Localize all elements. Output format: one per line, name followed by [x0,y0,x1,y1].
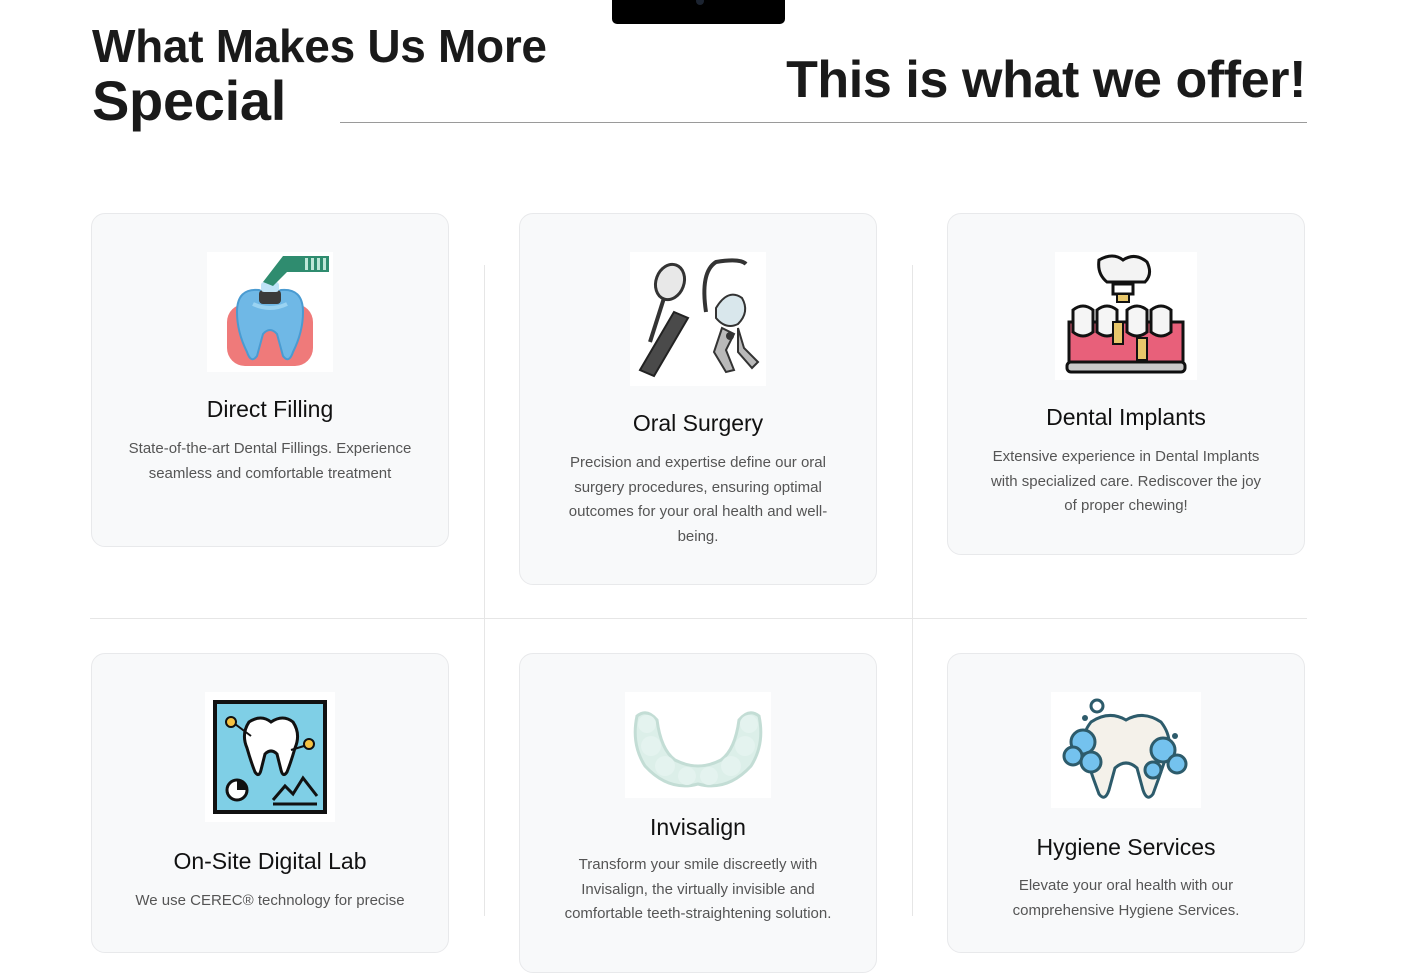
service-title: Oral Surgery [632,410,764,436]
service-card-oral-surgery[interactable]: Oral Surgery Precision and expertise def… [519,213,877,585]
service-card-digital-lab[interactable]: On-Site Digital Lab We use CEREC® techno… [91,653,449,953]
heading-divider [340,122,1307,123]
service-title: On-Site Digital Lab [173,848,367,874]
column-divider-1 [484,265,485,916]
service-title: Invisalign [650,814,746,840]
service-card-invisalign[interactable]: Invisalign Transform your smile discreet… [519,653,877,973]
row-divider [90,618,1307,619]
surgical-tools-icon [630,252,766,386]
section-tagline: This is what we offer! [786,51,1306,109]
service-description: Transform your smile discreetly with Inv… [564,856,832,922]
tooth-filling-icon [207,252,333,372]
dental-implant-icon [1055,252,1197,380]
section-title-line1: What Makes Us More [92,20,547,72]
service-description: Precision and expertise define our oral … [568,454,828,545]
service-card-hygiene[interactable]: Hygiene Services Elevate your oral healt… [947,653,1305,953]
section-title: What Makes Us More Special [92,22,547,130]
clean-tooth-icon [1051,692,1201,808]
clear-aligner-icon [625,692,771,798]
service-card-dental-implants[interactable]: Dental Implants Extensive experience in … [947,213,1305,555]
service-title: Dental Implants [1046,404,1206,430]
camera-dot [696,0,704,5]
service-title: Hygiene Services [1036,834,1216,860]
column-divider-2 [912,265,913,916]
service-card-direct-filling[interactable]: Direct Filling State-of-the-art Dental F… [91,213,449,547]
service-title: Direct Filling [206,396,334,422]
service-description: We use CEREC® technology for precise [135,892,405,909]
digital-xray-icon [205,692,335,822]
service-description: Extensive experience in Dental Implants … [990,448,1262,514]
service-description: State-of-the-art Dental Fillings. Experi… [128,440,412,482]
top-notch-tab [612,0,785,24]
